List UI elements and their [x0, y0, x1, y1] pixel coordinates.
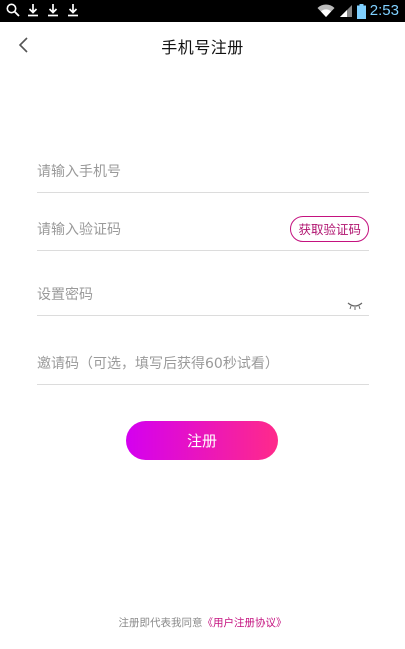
- wifi-icon: [317, 4, 335, 18]
- password-field-row: [37, 275, 369, 316]
- invite-field-row: [37, 344, 369, 385]
- clock-time: 2:53: [369, 2, 399, 19]
- invite-code-input[interactable]: [37, 344, 357, 384]
- download-icon: [46, 3, 60, 17]
- phone-field-row: [37, 152, 369, 193]
- agreement-text: 注册即代表我同意《用户注册协议》: [0, 615, 405, 630]
- page-title: 手机号注册: [161, 38, 244, 57]
- battery-icon: [356, 3, 366, 19]
- phone-input[interactable]: [37, 152, 277, 192]
- get-code-button[interactable]: 获取验证码: [290, 216, 369, 242]
- code-field-row: 获取验证码: [37, 210, 369, 251]
- signal-icon: [339, 4, 353, 18]
- status-bar: 2:53: [0, 0, 405, 22]
- download-icon: [26, 3, 40, 17]
- user-agreement-link[interactable]: 《用户注册协议》: [203, 617, 287, 629]
- register-button[interactable]: 注册: [126, 421, 278, 460]
- download-icon: [66, 3, 80, 17]
- agreement-prefix: 注册即代表我同意: [118, 617, 203, 629]
- verification-code-input[interactable]: [37, 210, 277, 250]
- password-input[interactable]: [37, 275, 277, 315]
- header-bar: 手机号注册: [0, 22, 405, 68]
- eye-closed-icon[interactable]: [347, 295, 363, 310]
- search-icon: [6, 3, 20, 17]
